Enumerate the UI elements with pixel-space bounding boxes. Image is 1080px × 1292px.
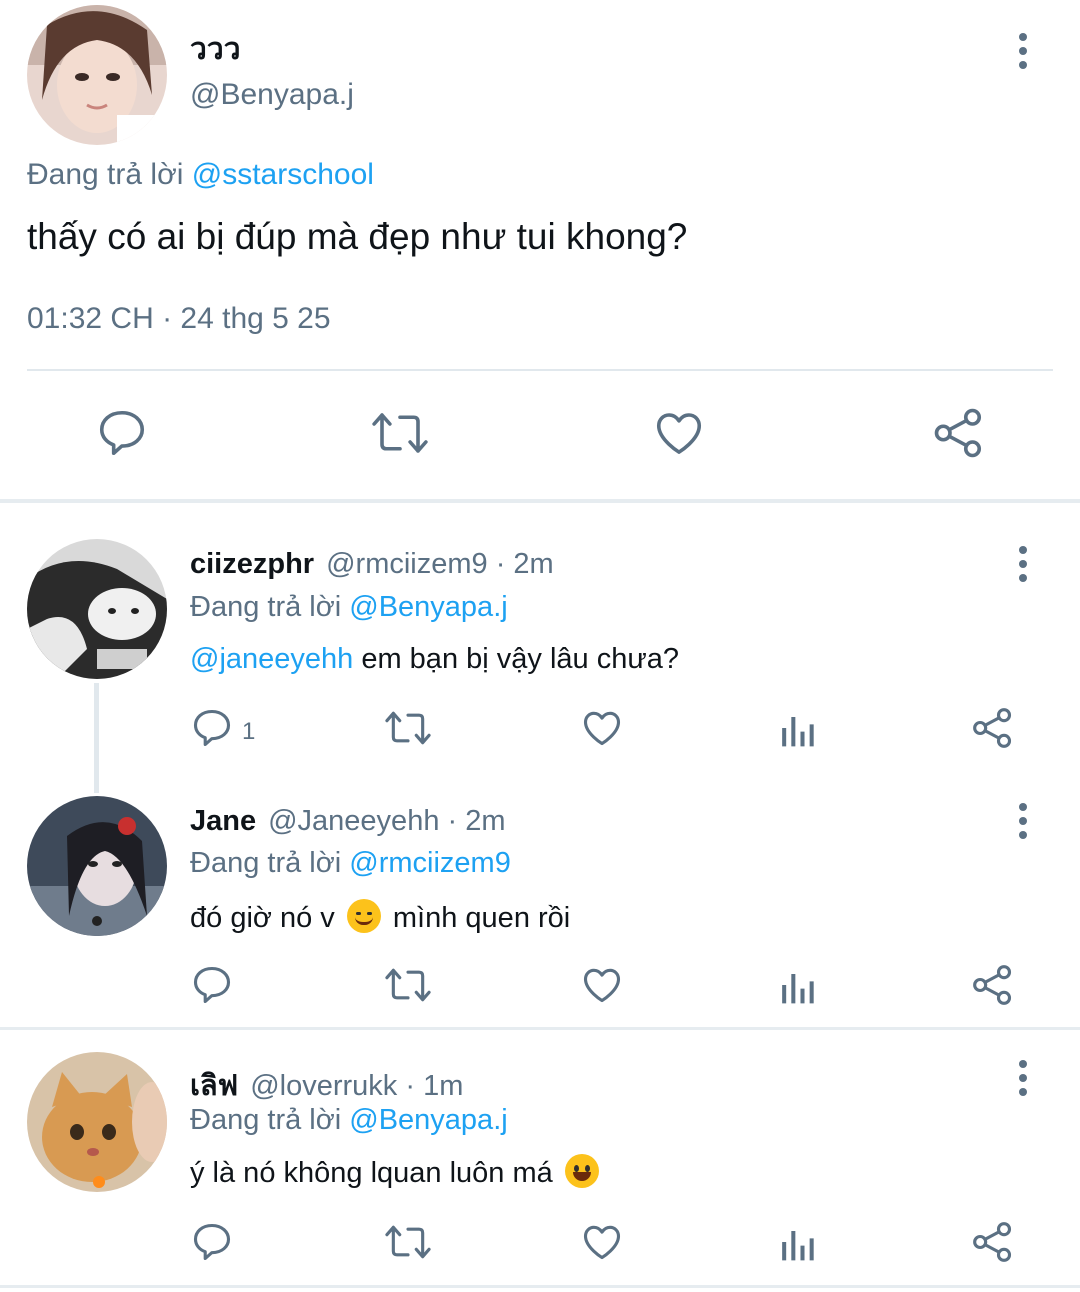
grinning-face-emoji-icon bbox=[564, 1154, 599, 1188]
reply-body: ý là nó không lquan luôn má bbox=[190, 1157, 561, 1189]
reply-icon[interactable] bbox=[190, 1220, 234, 1269]
thread-connector bbox=[94, 683, 99, 793]
reply-action-bar bbox=[0, 963, 1080, 1013]
reply-time: · 2m bbox=[495, 548, 554, 580]
replying-to: Đang trả lời @sstarschool bbox=[27, 158, 374, 192]
replying-prefix: Đang trả lời bbox=[190, 1104, 342, 1136]
replying-prefix: Đang trả lời bbox=[190, 591, 342, 623]
more-options-icon[interactable] bbox=[1018, 546, 1028, 582]
reply-body: đó giờ nó v bbox=[190, 902, 343, 934]
main-action-bar bbox=[0, 406, 1080, 466]
handle[interactable]: @rmciizem9 bbox=[326, 548, 488, 580]
share-icon[interactable] bbox=[932, 406, 986, 465]
reply-time: · 2m bbox=[447, 805, 506, 837]
reply-tweet[interactable]: ciizezphr @rmciizem9 · 2m Đang trả lời @B… bbox=[0, 503, 1080, 783]
like-icon[interactable] bbox=[580, 1220, 624, 1269]
more-options-icon[interactable] bbox=[1018, 803, 1028, 839]
replying-to: Đang trả lời @rmciizem9 bbox=[190, 847, 511, 880]
reply-body: em bạn bị vậy lâu chưa? bbox=[353, 643, 679, 675]
display-name[interactable]: ciizezphr bbox=[190, 548, 314, 580]
more-options-icon[interactable] bbox=[1018, 1060, 1028, 1096]
reply-text: ý là nó không lquan luôn má bbox=[190, 1154, 603, 1190]
replying-to-link[interactable]: @rmciizem9 bbox=[349, 847, 511, 879]
share-icon[interactable] bbox=[971, 706, 1015, 755]
handle[interactable]: @loverrukk bbox=[250, 1070, 397, 1102]
replying-to-link[interactable]: @Benyapa.j bbox=[349, 1104, 507, 1136]
reply-divider bbox=[0, 1285, 1080, 1288]
handle[interactable]: @Benyapa.j bbox=[190, 78, 354, 112]
display-name[interactable]: ววว bbox=[190, 26, 241, 73]
like-icon[interactable] bbox=[652, 406, 706, 465]
reply-icon[interactable] bbox=[190, 706, 234, 755]
reply-header: ciizezphr @rmciizem9 · 2m bbox=[190, 548, 554, 581]
display-name[interactable]: Jane bbox=[190, 805, 256, 837]
analytics-icon[interactable] bbox=[777, 706, 817, 755]
share-icon[interactable] bbox=[971, 963, 1015, 1012]
reply-header: เลิฟ @loverrukk · 1m bbox=[190, 1062, 463, 1108]
divider bbox=[27, 369, 1053, 371]
main-tweet: ววว @Benyapa.j Đang trả lời @sstarschool… bbox=[0, 0, 1080, 500]
retweet-icon[interactable] bbox=[384, 1220, 432, 1269]
reply-tweet[interactable]: เลิฟ @loverrukk · 1m Đang trả lời @Benyap… bbox=[0, 1030, 1080, 1286]
reply-text: @janeeyehh em bạn bị vậy lâu chưa? bbox=[190, 643, 679, 676]
reply-tweet[interactable]: Jane @Janeeyehh · 2m Đang trả lời @rmciiz… bbox=[0, 783, 1080, 1028]
replying-to: Đang trả lời @Benyapa.j bbox=[190, 1104, 508, 1137]
main-avatar[interactable] bbox=[27, 5, 167, 145]
reply-icon[interactable] bbox=[95, 406, 149, 465]
handle[interactable]: @Janeeyehh bbox=[268, 805, 439, 837]
reply-header: Jane @Janeeyehh · 2m bbox=[190, 805, 506, 838]
reply-body-after: mình quen rồi bbox=[384, 902, 571, 934]
reply-text: đó giờ nó v mình quen rồi bbox=[190, 899, 570, 935]
smiling-face-emoji-icon bbox=[346, 899, 381, 933]
display-name[interactable]: เลิฟ bbox=[190, 1070, 238, 1102]
replying-prefix: Đang trả lời bbox=[27, 158, 184, 191]
like-icon[interactable] bbox=[580, 706, 624, 755]
analytics-icon[interactable] bbox=[777, 1220, 817, 1269]
replying-to: Đang trả lời @Benyapa.j bbox=[190, 591, 508, 624]
reply-action-bar bbox=[0, 1220, 1080, 1270]
mention-link[interactable]: @janeeyehh bbox=[190, 643, 353, 675]
reply-avatar[interactable] bbox=[27, 539, 167, 679]
reply-time: · 1m bbox=[405, 1070, 464, 1102]
tweet-text: thấy có ai bị đúp mà đẹp như tui khong? bbox=[27, 216, 688, 257]
more-options-icon[interactable] bbox=[1018, 33, 1028, 69]
reply-count: 1 bbox=[242, 718, 256, 745]
tweet-timestamp[interactable]: 01:32 CH · 24 thg 5 25 bbox=[27, 302, 331, 336]
retweet-icon[interactable] bbox=[384, 706, 432, 755]
analytics-icon[interactable] bbox=[777, 963, 817, 1012]
reply-avatar[interactable] bbox=[27, 1052, 167, 1192]
retweet-icon[interactable] bbox=[370, 406, 430, 465]
reply-icon[interactable] bbox=[190, 963, 234, 1012]
retweet-icon[interactable] bbox=[384, 963, 432, 1012]
reply-action-bar: 1 bbox=[0, 706, 1080, 756]
replying-prefix: Đang trả lời bbox=[190, 847, 342, 879]
like-icon[interactable] bbox=[580, 963, 624, 1012]
share-icon[interactable] bbox=[971, 1220, 1015, 1269]
replying-to-link[interactable]: @Benyapa.j bbox=[349, 591, 507, 623]
replying-to-link[interactable]: @sstarschool bbox=[192, 158, 374, 191]
reply-avatar[interactable] bbox=[27, 796, 167, 936]
